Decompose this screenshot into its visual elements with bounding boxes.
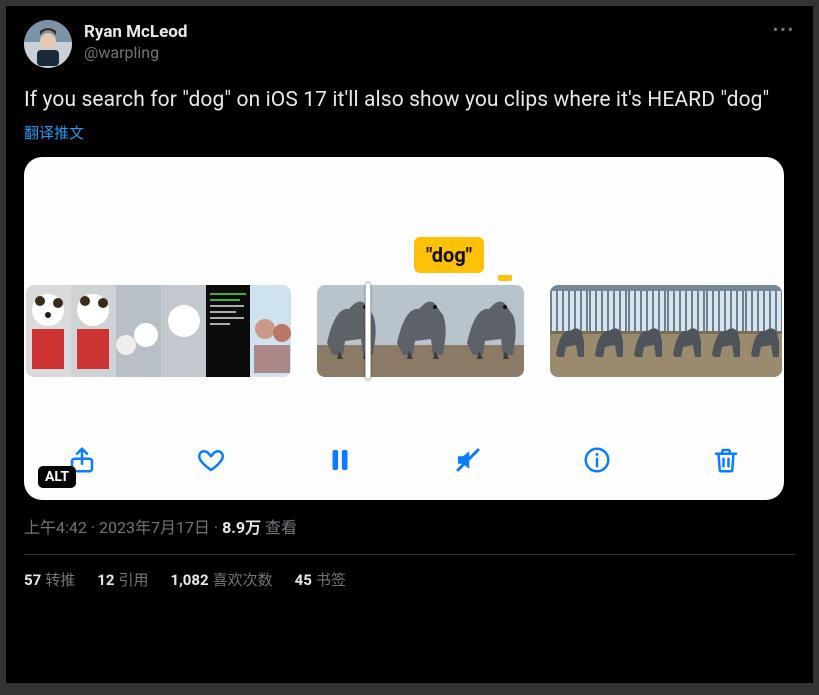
alt-badge[interactable]: ALT [38, 466, 76, 488]
search-term-chip: "dog" [414, 237, 484, 273]
tweet-time[interactable]: 上午4:42 [24, 518, 87, 537]
stats-row: 57转推 12引用 1,082喜欢次数 45书签 [24, 569, 795, 590]
pause-icon[interactable] [322, 442, 358, 478]
quotes-stat[interactable]: 12引用 [97, 569, 148, 590]
display-name[interactable]: Ryan McLeod [84, 22, 187, 43]
media-attachment[interactable]: "dog" [24, 157, 784, 500]
translate-link[interactable]: 翻译推文 [24, 122, 795, 143]
more-button[interactable]: ••• [773, 20, 795, 39]
user-block: Ryan McLeod @warpling [84, 22, 187, 63]
tweet-card: Ryan McLeod @warpling ••• If you search … [6, 6, 813, 683]
tweet-date[interactable]: 2023年7月17日 [99, 518, 210, 537]
timeline-row [24, 285, 784, 377]
clip-cluster [550, 285, 782, 377]
views-label: 查看 [261, 518, 297, 537]
likes-stat[interactable]: 1,082喜欢次数 [170, 569, 272, 590]
tweet-meta: 上午4:42 · 2023年7月17日 · 8.9万 查看 [24, 514, 795, 538]
clip-cluster [26, 285, 291, 377]
mute-icon[interactable] [450, 442, 486, 478]
heart-icon[interactable] [193, 442, 229, 478]
bookmarks-stat[interactable]: 45书签 [295, 569, 346, 590]
tweet-header: Ryan McLeod @warpling ••• [24, 20, 795, 68]
info-icon[interactable] [579, 442, 615, 478]
user-handle[interactable]: @warpling [84, 43, 187, 63]
retweets-stat[interactable]: 57转推 [24, 569, 75, 590]
views-count[interactable]: 8.9万 [222, 518, 261, 537]
playhead[interactable] [365, 282, 371, 380]
divider [24, 554, 795, 555]
clip-cluster [317, 285, 524, 377]
media-controls [24, 442, 784, 478]
tweet-text: If you search for "dog" on iOS 17 it'll … [24, 86, 795, 114]
trash-icon[interactable] [708, 442, 744, 478]
avatar[interactable] [24, 20, 72, 68]
search-term-marker [498, 275, 512, 281]
